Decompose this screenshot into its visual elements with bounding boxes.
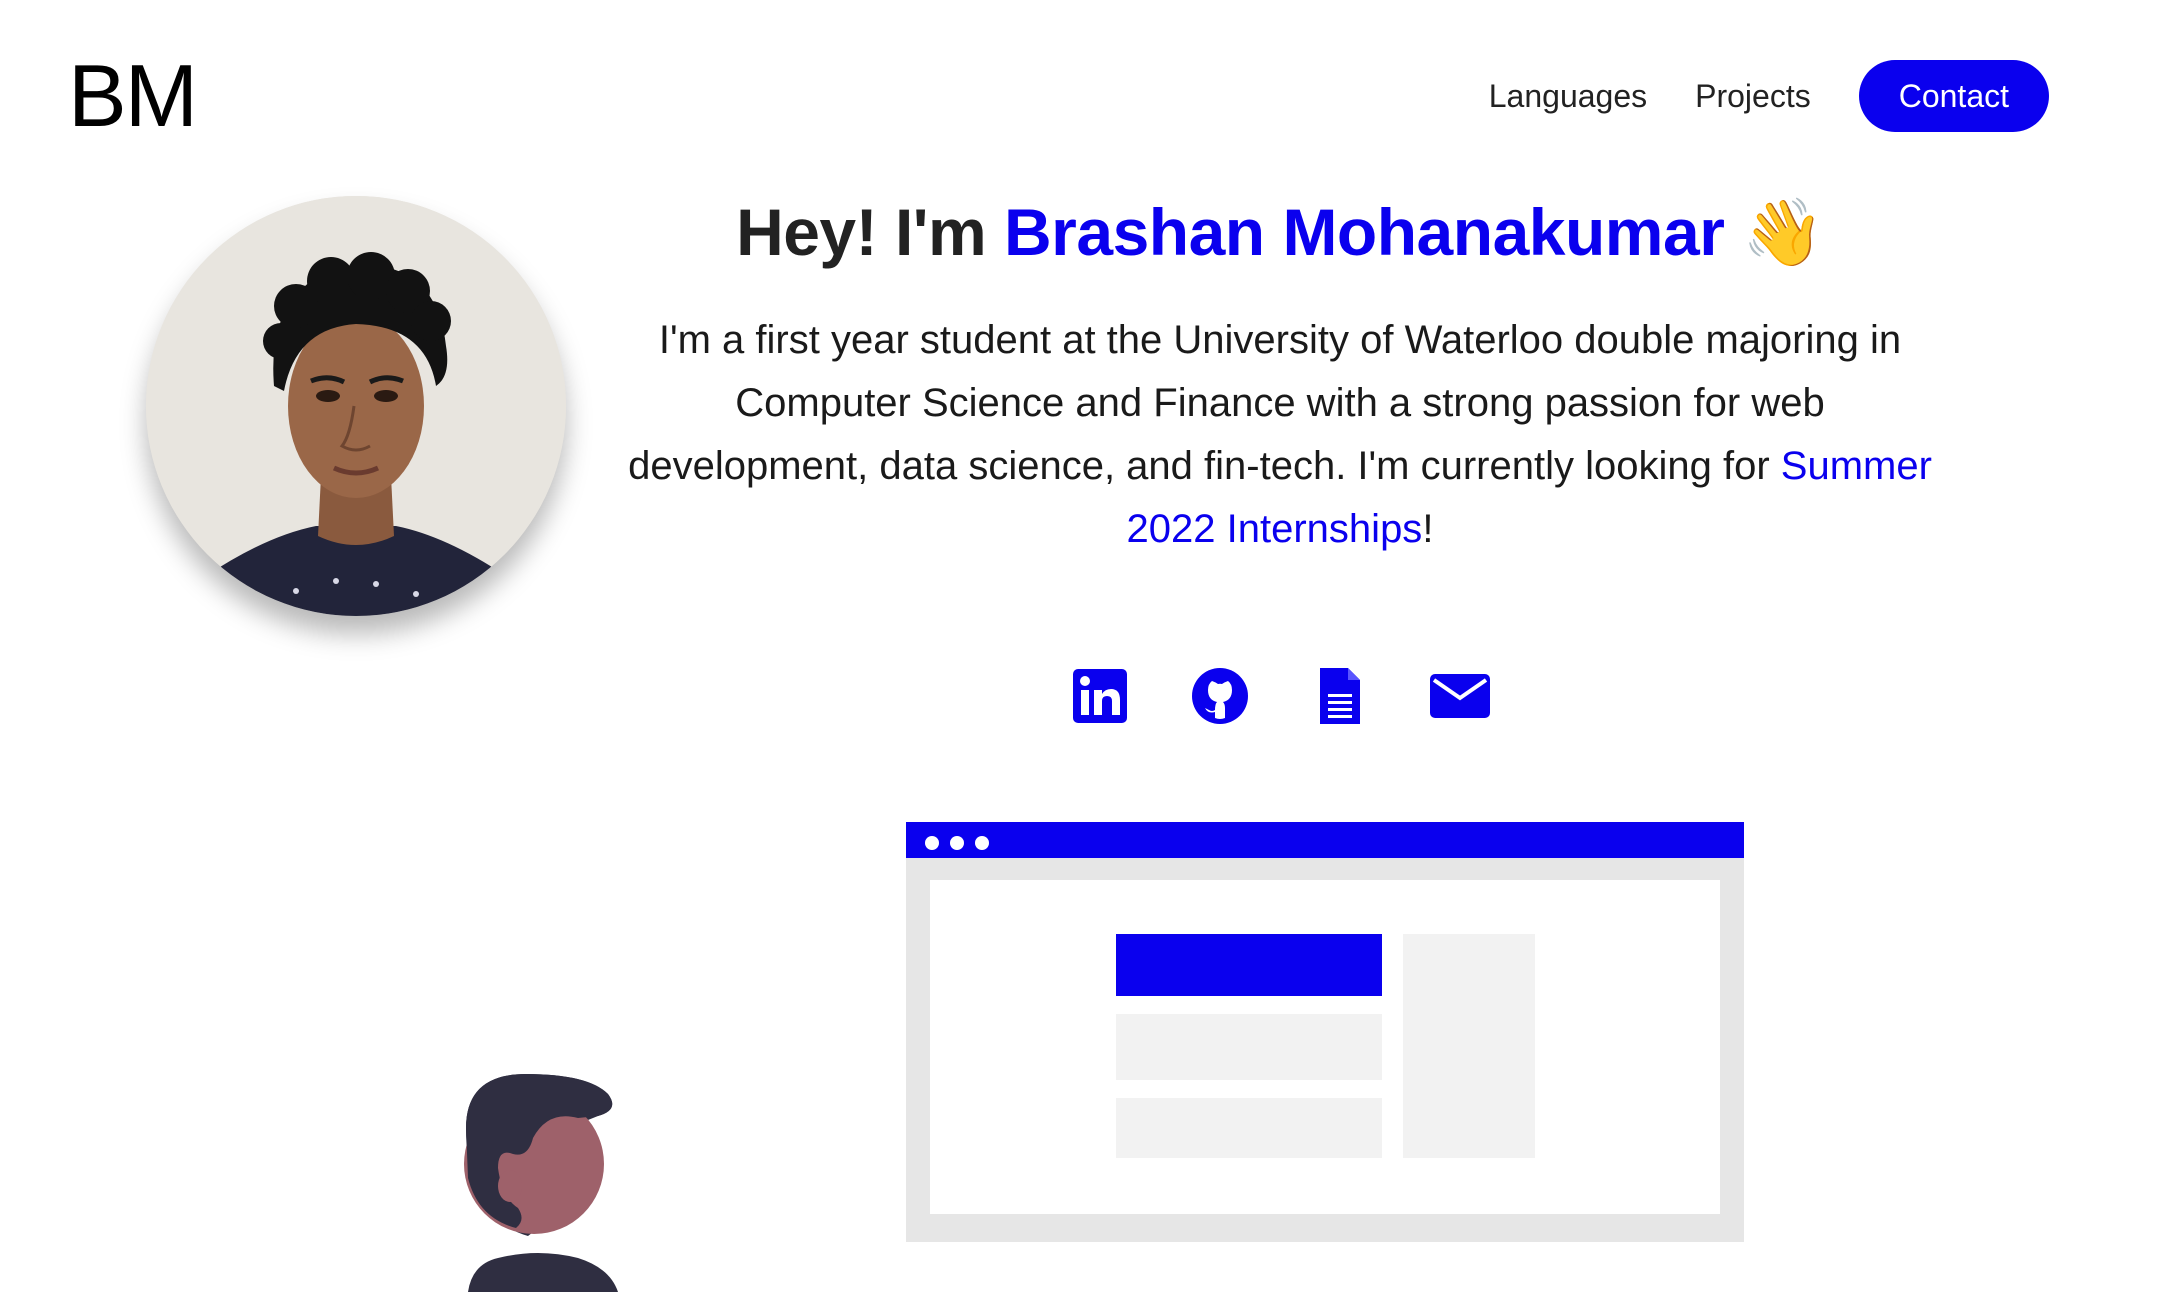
nav-link-projects[interactable]: Projects (1695, 78, 1811, 115)
contact-button[interactable]: Contact (1858, 60, 2049, 132)
github-icon[interactable] (1190, 666, 1250, 726)
email-envelope-icon[interactable] (1430, 666, 1490, 726)
intro-text: I'm a first year student at the Universi… (628, 317, 1902, 488)
person-illustration (438, 1068, 622, 1292)
site-logo[interactable]: BM (68, 52, 198, 140)
social-links (1070, 666, 1490, 726)
intro-paragraph: I'm a first year student at the Universi… (625, 309, 1935, 561)
nav-link-languages[interactable]: Languages (1489, 78, 1647, 115)
profile-photo (146, 196, 566, 616)
greeting-text: Hey! I'm (736, 195, 987, 269)
browser-window-illustration (906, 822, 1744, 1242)
hero-section: Hey! I'm Brashan Mohanakumar 👋 I'm a fir… (600, 195, 1960, 561)
wave-emoji: 👋 (1742, 195, 1824, 269)
resume-document-icon[interactable] (1310, 666, 1370, 726)
hero-name: Brashan Mohanakumar (1004, 195, 1725, 269)
top-nav: Languages Projects Contact (1489, 60, 2049, 132)
hero-headline: Hey! I'm Brashan Mohanakumar 👋 (600, 195, 1960, 271)
portfolio-page: BM Languages Projects Contact Hey! I'm B… (0, 0, 2163, 1292)
linkedin-icon[interactable] (1070, 666, 1130, 726)
intro-end: ! (1422, 506, 1434, 551)
